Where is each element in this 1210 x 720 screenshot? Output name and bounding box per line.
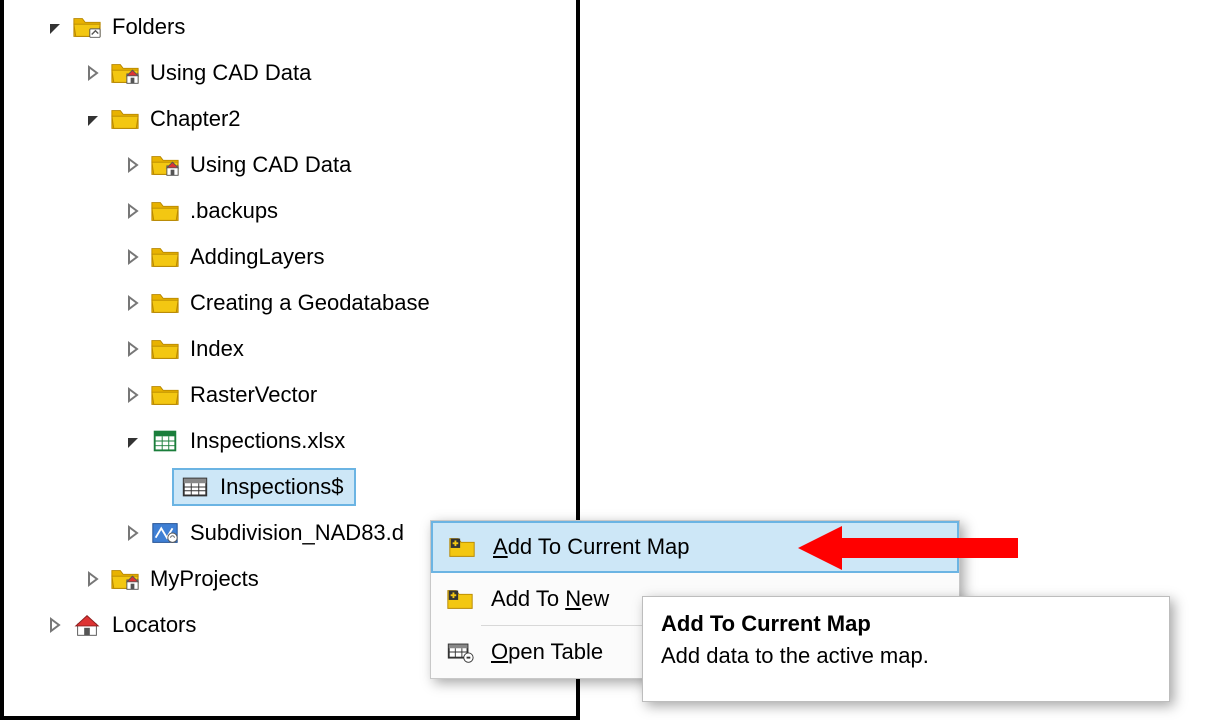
folder-link-icon [72, 14, 102, 40]
sheet-icon [180, 474, 210, 500]
cad-file-icon [150, 520, 180, 546]
expand-toggle-icon[interactable] [44, 614, 66, 636]
tree-item-label: Using CAD Data [150, 60, 311, 86]
menu-item-label: Open Table [491, 639, 603, 665]
tree-item-label: Locators [112, 612, 196, 638]
folder-icon [150, 336, 180, 362]
excel-icon [150, 428, 180, 454]
folder-home-icon [110, 60, 140, 86]
tree-item-raster-vector[interactable]: RasterVector [4, 372, 576, 418]
tree-item-using-cad-data[interactable]: Using CAD Data [4, 50, 576, 96]
expand-toggle-icon[interactable] [122, 200, 144, 222]
tree-item-label: Subdivision_NAD83.d [190, 520, 404, 546]
tree-item-label: Using CAD Data [190, 152, 351, 178]
tree-item-folders[interactable]: Folders [4, 4, 576, 50]
expand-toggle-icon[interactable] [82, 108, 104, 130]
folder-icon [150, 198, 180, 224]
expand-toggle-icon[interactable] [122, 246, 144, 268]
expand-toggle-icon[interactable] [122, 384, 144, 406]
folder-home-icon [110, 566, 140, 592]
tree-item-inspections-sheet[interactable]: Inspections$ [172, 468, 356, 506]
tree-item-label: Chapter2 [150, 106, 241, 132]
menu-item-label: Add To New [491, 586, 609, 612]
tree-item-label: MyProjects [150, 566, 259, 592]
tooltip: Add To Current Map Add data to the activ… [642, 596, 1170, 702]
tree-item-label: Creating a Geodatabase [190, 290, 430, 316]
expand-toggle-icon[interactable] [122, 154, 144, 176]
expand-toggle-icon[interactable] [122, 292, 144, 314]
tree-item-using-cad-data-2[interactable]: Using CAD Data [4, 142, 576, 188]
menu-item-label: Add To Current Map [493, 534, 690, 560]
folder-home-icon [150, 152, 180, 178]
folder-icon [150, 290, 180, 316]
expand-toggle-icon[interactable] [44, 16, 66, 38]
expand-toggle-icon[interactable] [122, 522, 144, 544]
open-table-icon [445, 639, 475, 665]
folder-icon [150, 382, 180, 408]
add-to-map-icon [445, 586, 475, 612]
tree-item-label: Index [190, 336, 244, 362]
folder-icon [110, 106, 140, 132]
annotation-arrow-icon [798, 524, 1018, 572]
expand-toggle-icon[interactable] [122, 338, 144, 360]
expand-toggle-icon[interactable] [82, 568, 104, 590]
tree-item-label: RasterVector [190, 382, 317, 408]
tooltip-body: Add data to the active map. [661, 643, 1151, 669]
tree-item-adding-layers[interactable]: AddingLayers [4, 234, 576, 280]
tooltip-title: Add To Current Map [661, 611, 1151, 637]
tree-item-label: Inspections$ [220, 474, 344, 500]
tree-item-label: AddingLayers [190, 244, 325, 270]
tree-item-label: Inspections.xlsx [190, 428, 345, 454]
expand-toggle-icon[interactable] [122, 430, 144, 452]
tree-item-index[interactable]: Index [4, 326, 576, 372]
tree-item-backups[interactable]: .backups [4, 188, 576, 234]
tree-item-chapter2[interactable]: Chapter2 [4, 96, 576, 142]
tree-item-label: Folders [112, 14, 185, 40]
folder-icon [150, 244, 180, 270]
expand-toggle-icon[interactable] [82, 62, 104, 84]
tree-item-label: .backups [190, 198, 278, 224]
add-to-map-icon [447, 534, 477, 560]
tree-item-creating-geodatabase[interactable]: Creating a Geodatabase [4, 280, 576, 326]
locator-icon [72, 612, 102, 638]
tree-item-inspections-xlsx[interactable]: Inspections.xlsx [4, 418, 576, 464]
